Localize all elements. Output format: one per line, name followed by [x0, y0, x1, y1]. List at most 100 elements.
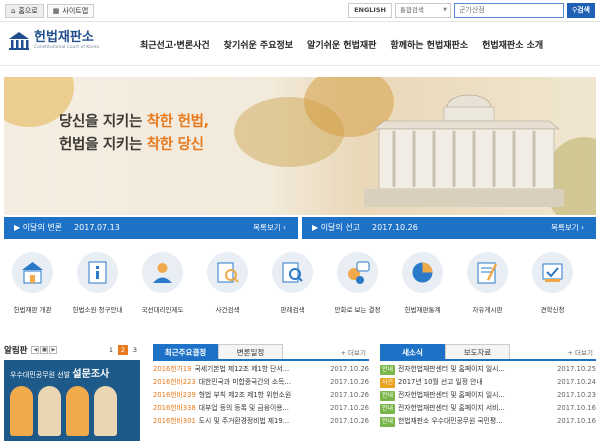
decision-row[interactable]: 2016헌가19 국세기본법 제12조 제1항 단서... 2017.10.26: [153, 363, 369, 376]
decision-row[interactable]: 2016헌바301 도시 및 주거환경정비법 제19... 2017.10.26: [153, 415, 369, 428]
info-document-icon: [77, 252, 118, 293]
tab-news[interactable]: 새소식: [380, 344, 445, 359]
date: 2017.10.26: [330, 404, 369, 412]
news-panel: 새소식 보도자료 + 더보기 안내 전자헌법재판센터 및 홈페이지 일시... 20…: [380, 344, 596, 441]
case-title: 국세기본법 제12조 제1항 단서...: [194, 365, 290, 373]
verdict-list-link[interactable]: 목록보기 ›: [551, 217, 584, 239]
hero-banner: 당신을 지키는 착한 헌법, 헌법을 지키는 착한 당신: [4, 77, 596, 215]
sitemap-link[interactable]: ▦ 사이트맵: [46, 4, 95, 18]
hero-headline-2: 헌법을 지키는 착한 당신: [59, 137, 204, 153]
decision-row[interactable]: 2016헌바223 대한민국과 미합중국간의 소득... 2017.10.26: [153, 376, 369, 389]
decision-row[interactable]: 2016헌바338 대부업 등의 등록 및 금융이용... 2017.10.26: [153, 402, 369, 415]
case-number: 2016헌가19: [153, 365, 192, 373]
news-row[interactable]: 안내 전자헌법재판센터 및 홈페이지 일시... 2017.10.23: [380, 389, 596, 402]
recent-decisions-panel: 최근주요결정 변론일정 + 더보기 2016헌가19 국세기본법 제12조 제1항…: [153, 344, 369, 441]
date: 2017.10.26: [330, 417, 369, 425]
news-title: 전자헌법재판센터 및 홈페이지 서비...: [398, 404, 505, 412]
news-row[interactable]: 사건 2017년 10월 선고 일정 안내 2017.10.24: [380, 376, 596, 389]
page-2[interactable]: 2: [118, 345, 128, 355]
tour-icon: [532, 252, 573, 293]
survey-banner[interactable]: 우수대민공무원 선발 설문조사: [4, 360, 140, 441]
decision-row[interactable]: 2016헌바239 형법 부칙 제2조 제1항 위헌소원 2017.10.26: [153, 389, 369, 402]
news-title: 전자헌법재판센터 및 홈페이지 일시...: [398, 391, 505, 399]
quick-public-attorney[interactable]: 국선대리인제도: [130, 252, 195, 322]
monthly-verdict-bar[interactable]: ▶ 이달의 선고 2017.10.26 목록보기 ›: [302, 217, 596, 239]
tab-press-release[interactable]: 보도자료: [445, 344, 510, 359]
notice-board: 알림판 ◀ ■ ▶ 1 2 3 우수대민공무원 선발 설문조사: [4, 344, 140, 441]
quick-board[interactable]: 자유게시판: [455, 252, 520, 322]
news-row[interactable]: 안내 전자헌법재판센터 및 홈페이지 일시... 2017.10.25: [380, 363, 596, 376]
cartoon-icon: [337, 252, 378, 293]
news-title: 2017년 10월 선고 일정 안내: [398, 378, 483, 386]
quick-menu: 헌법재판 개관 헌법소원 청구안내 국선대리인제도 사건검색 판례검색 만화로 …: [0, 252, 600, 322]
next-icon[interactable]: ▶: [49, 346, 58, 354]
people-illustration: [10, 386, 117, 436]
date: 2017.10.26: [330, 365, 369, 373]
pie-chart-icon: [402, 252, 443, 293]
court-building-illustration: [364, 94, 564, 207]
stop-icon[interactable]: ■: [40, 346, 49, 354]
home-link[interactable]: ⌂ 홈으로: [5, 4, 44, 18]
date: 2017.10.16: [557, 404, 596, 412]
case-number: 2016헌바239: [153, 391, 196, 399]
date: 2017.10.23: [557, 391, 596, 399]
monthly-hearing-bar[interactable]: ▶ 이달의 변론 2017.07.13 목록보기 ›: [4, 217, 298, 239]
more-link[interactable]: + 더보기: [341, 347, 366, 357]
board-icon: [467, 252, 508, 293]
header: 헌법재판소 Constitutional Court of Korea 최근선고·…: [0, 22, 600, 66]
quick-overview[interactable]: 헌법재판 개관: [0, 252, 65, 322]
hero-headline-1: 당신을 지키는 착한 헌법,: [59, 114, 209, 130]
date: 2017.10.26: [330, 378, 369, 386]
notice-pager: 1 2 3: [106, 345, 140, 355]
top-utility-bar: ⌂홈으로 ▦사이트맵 ENGLISH 통합검색 군가산점 ⚲검색: [0, 0, 600, 22]
sitemap-icon: ▦: [52, 7, 60, 15]
date: 2017.10.26: [330, 391, 369, 399]
home-icon: ⌂: [11, 7, 16, 15]
category-badge: 안내: [380, 403, 396, 414]
case-search-icon: [207, 252, 248, 293]
news-title: 헌법재판소 우수대민공무원 국민평...: [398, 417, 503, 425]
case-title: 도시 및 주거환경정비법 제19...: [198, 417, 290, 425]
nav-item[interactable]: 최근선고·변론사건: [140, 38, 210, 51]
more-link[interactable]: + 더보기: [568, 347, 593, 357]
quick-cartoon[interactable]: 만화로 보는 결정: [325, 252, 390, 322]
case-title: 형법 부칙 제2조 제1항 위헌소원: [198, 391, 292, 399]
quick-case-search[interactable]: 사건검색: [195, 252, 260, 322]
precedent-search-icon: [272, 252, 313, 293]
main-nav: 최근선고·변론사건 찾기쉬운 주요정보 알기쉬운 헌법재판 함께하는 헌법재판소…: [140, 38, 543, 51]
site-logo[interactable]: 헌법재판소 Constitutional Court of Korea: [8, 31, 99, 51]
english-link[interactable]: ENGLISH: [348, 3, 392, 18]
nav-item[interactable]: 알기쉬운 헌법재판: [307, 38, 376, 51]
hearing-list-link[interactable]: 목록보기 ›: [253, 217, 286, 239]
search-input[interactable]: 군가산점: [453, 3, 564, 18]
building-icon: [12, 252, 53, 293]
quick-precedent-search[interactable]: 판례검색: [260, 252, 325, 322]
category-badge: 사건: [380, 377, 396, 388]
category-badge: 안내: [380, 364, 396, 375]
tab-hearing-schedule[interactable]: 변론일정: [218, 344, 283, 359]
news-row[interactable]: 안내 전자헌법재판센터 및 홈페이지 서비... 2017.10.16: [380, 402, 596, 415]
page-1[interactable]: 1: [106, 345, 116, 355]
nav-item[interactable]: 헌법재판소 소개: [482, 38, 543, 51]
case-number: 2016헌바338: [153, 404, 196, 412]
case-number: 2016헌바301: [153, 417, 196, 425]
case-title: 대부업 등의 등록 및 금융이용...: [198, 404, 289, 412]
nav-item[interactable]: 찾기쉬운 주요정보: [224, 38, 293, 51]
quick-statistics[interactable]: 헌법재판통계: [390, 252, 455, 322]
case-title: 대한민국과 미합중국간의 소득...: [198, 378, 291, 386]
tab-recent-decisions[interactable]: 최근주요결정: [153, 344, 218, 359]
date: 2017.10.16: [557, 417, 596, 425]
category-badge: 안내: [380, 390, 396, 401]
court-logo-icon: [9, 32, 29, 50]
search-button[interactable]: ⚲검색: [566, 3, 595, 18]
news-row[interactable]: 안내 헌법재판소 우수대민공무원 국민평... 2017.10.16: [380, 415, 596, 428]
nav-item[interactable]: 함께하는 헌법재판소: [390, 38, 468, 51]
prev-icon[interactable]: ◀: [31, 346, 40, 354]
notice-title: 알림판: [4, 346, 28, 356]
quick-petition-guide[interactable]: 헌법소원 청구안내: [65, 252, 130, 322]
page-3[interactable]: 3: [130, 345, 140, 355]
quick-tour[interactable]: 견학신청: [520, 252, 585, 322]
search-scope-select[interactable]: 통합검색: [394, 3, 451, 18]
date: 2017.10.24: [557, 378, 596, 386]
news-title: 전자헌법재판센터 및 홈페이지 일시...: [398, 365, 505, 373]
